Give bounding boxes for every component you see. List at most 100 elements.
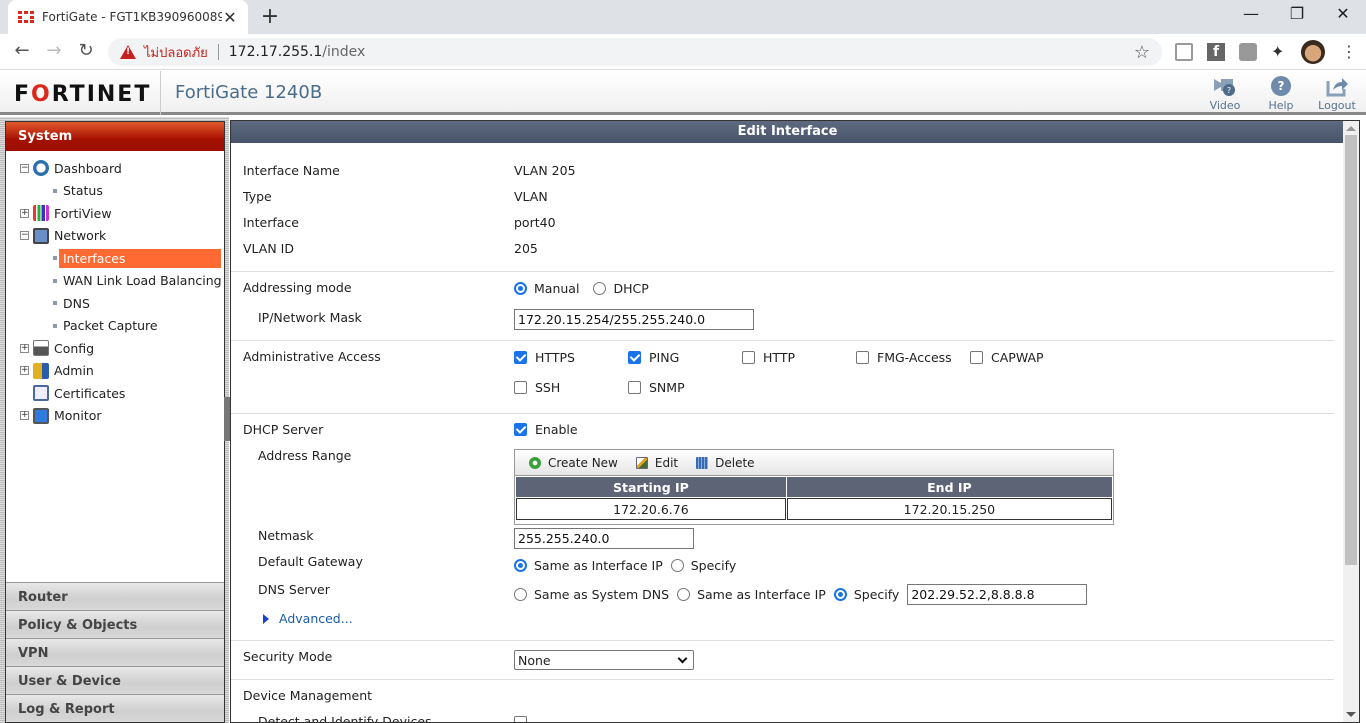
column-starting-ip[interactable]: Starting IP (516, 477, 786, 497)
gateway-same-as-interface[interactable]: Same as Interface IP (514, 558, 663, 573)
tree-item-monitor[interactable]: + Monitor (6, 405, 224, 428)
camera-extension-icon[interactable] (1239, 43, 1257, 61)
bullet-icon (53, 256, 57, 261)
back-button[interactable]: ← (10, 40, 34, 61)
radio-dns-interface[interactable] (677, 588, 691, 601)
tree-item-dashboard[interactable]: − Dashboard (6, 157, 224, 180)
sidebar-section-vpn[interactable]: VPN (6, 638, 224, 666)
close-window-button[interactable]: ✕ (1328, 4, 1358, 23)
sidebar-section-log-report[interactable]: Log & Report (6, 694, 224, 722)
expand-icon[interactable]: + (20, 366, 29, 376)
help-button[interactable]: ? Help (1256, 75, 1306, 112)
expand-icon[interactable]: + (20, 411, 29, 421)
scroll-up-arrow-icon[interactable] (1346, 126, 1356, 131)
http-checkbox[interactable] (742, 351, 755, 364)
sidebar-frame: System − Dashboard Status + FortiView − … (0, 117, 229, 723)
access-https[interactable]: HTTPS (514, 350, 620, 365)
new-tab-button[interactable]: + (258, 4, 282, 29)
tree-item-dns[interactable]: DNS (6, 292, 224, 315)
tree-item-fortiview[interactable]: + FortiView (6, 202, 224, 225)
bullet-icon (53, 323, 57, 328)
access-http[interactable]: HTTP (742, 350, 848, 365)
extensions-puzzle-icon[interactable]: ✦ (1271, 43, 1289, 61)
column-end-ip[interactable]: End IP (786, 477, 1112, 497)
collapse-icon[interactable]: − (20, 163, 29, 173)
ping-checkbox[interactable] (628, 351, 641, 364)
starting-ip-cell[interactable]: 172.20.6.76 (516, 498, 786, 520)
access-fmg[interactable]: FMG-Access (856, 350, 962, 365)
bookmark-star-icon[interactable]: ☆ (1134, 42, 1150, 63)
tree-item-packet-capture[interactable]: Packet Capture (6, 315, 224, 338)
radio-dns-system[interactable] (514, 588, 527, 601)
gateway-specify[interactable]: Specify (670, 558, 736, 573)
dhcp-enable[interactable]: Enable (514, 422, 578, 437)
reload-button[interactable]: ↻ (74, 40, 98, 61)
dns-same-as-interface[interactable]: Same as Interface IP (677, 587, 826, 602)
logout-button[interactable]: Logout (1312, 75, 1362, 112)
video-button[interactable]: ? Video (1200, 75, 1250, 112)
network-icon (33, 227, 49, 244)
tree-item-wan-link-load-balancing[interactable]: WAN Link Load Balancing (6, 270, 224, 293)
advanced-link[interactable]: Advanced... (263, 611, 353, 626)
netmask-input[interactable] (514, 528, 694, 549)
tree-item-interfaces[interactable]: Interfaces (6, 247, 224, 270)
minimize-button[interactable]: — (1236, 4, 1266, 23)
addressing-mode-manual[interactable]: Manual (514, 281, 579, 296)
radio-gateway-same[interactable] (514, 559, 527, 572)
ssh-checkbox[interactable] (514, 381, 527, 394)
snmp-checkbox[interactable] (628, 381, 641, 394)
url-text[interactable]: 172.17.255.1/index (229, 44, 366, 60)
access-ping[interactable]: PING (628, 350, 734, 365)
vertical-scrollbar[interactable] (1343, 121, 1359, 722)
address-bar[interactable]: ไม่ปลอดภัย 172.17.255.1/index ☆ (108, 38, 1162, 66)
dns-same-as-system[interactable]: Same as System DNS (514, 587, 669, 602)
scroll-down-arrow-icon[interactable] (1346, 712, 1356, 717)
radio-dns-specify[interactable] (833, 588, 847, 601)
table-row[interactable]: 172.20.6.76 172.20.15.250 (516, 498, 1112, 520)
browser-tab[interactable]: FortiGate - FGT1KB3909600899 ✕ (8, 0, 248, 34)
expand-icon[interactable]: + (20, 208, 29, 218)
expand-icon[interactable]: + (20, 343, 29, 353)
edit-interface-panel: Edit Interface Interface Name VLAN 205 T… (230, 120, 1360, 723)
dhcp-enable-checkbox[interactable] (514, 423, 527, 436)
sidebar-section-policy-objects[interactable]: Policy & Objects (6, 610, 224, 638)
edit-button[interactable]: Edit (635, 456, 678, 470)
sidebar-section-user-device[interactable]: User & Device (6, 666, 224, 694)
radio-dhcp[interactable] (593, 282, 607, 295)
access-ssh[interactable]: SSH (514, 380, 620, 395)
access-capwap[interactable]: CAPWAP (970, 350, 1044, 365)
tree-item-status[interactable]: Status (6, 180, 224, 203)
access-snmp[interactable]: SNMP (628, 380, 685, 395)
tree-item-admin[interactable]: + Admin (6, 360, 224, 383)
https-checkbox[interactable] (514, 351, 527, 364)
collapse-icon[interactable]: − (20, 231, 29, 241)
security-mode-select[interactable]: None (514, 650, 694, 670)
addressing-mode-dhcp[interactable]: DHCP (593, 281, 649, 296)
dns-server-input[interactable] (907, 584, 1088, 605)
browser-menu-icon[interactable]: ⋮ (1340, 43, 1358, 61)
tree-item-network[interactable]: − Network (6, 225, 224, 248)
edit-pencil-icon (635, 456, 648, 469)
tab-close-icon[interactable]: ✕ (222, 8, 238, 27)
sidebar-section-router[interactable]: Router (6, 582, 224, 610)
facebook-extension-icon[interactable]: f (1207, 43, 1225, 61)
profile-avatar[interactable] (1301, 40, 1325, 64)
radio-manual[interactable] (514, 282, 527, 295)
end-ip-cell[interactable]: 172.20.15.250 (786, 498, 1112, 520)
cast-extension-icon[interactable] (1175, 43, 1193, 61)
sidebar-section-system[interactable]: System (6, 122, 224, 151)
not-secure-label[interactable]: ไม่ปลอดภัย (144, 42, 208, 63)
radio-gateway-specify[interactable] (670, 559, 684, 572)
tree-item-certificates[interactable]: Certificates (6, 382, 224, 405)
delete-button[interactable]: Delete (696, 456, 755, 470)
ip-mask-input[interactable] (514, 309, 754, 330)
forward-button[interactable]: → (42, 40, 66, 61)
fmg-access-checkbox[interactable] (856, 351, 869, 364)
tree-item-config[interactable]: + Config (6, 337, 224, 360)
scrollbar-thumb[interactable] (1345, 135, 1357, 565)
restore-button[interactable]: ❐ (1282, 4, 1312, 23)
detect-devices-checkbox[interactable] (514, 716, 527, 722)
dns-specify[interactable]: Specify (833, 587, 899, 602)
create-new-button[interactable]: Create New (529, 456, 618, 470)
capwap-checkbox[interactable] (970, 351, 983, 364)
